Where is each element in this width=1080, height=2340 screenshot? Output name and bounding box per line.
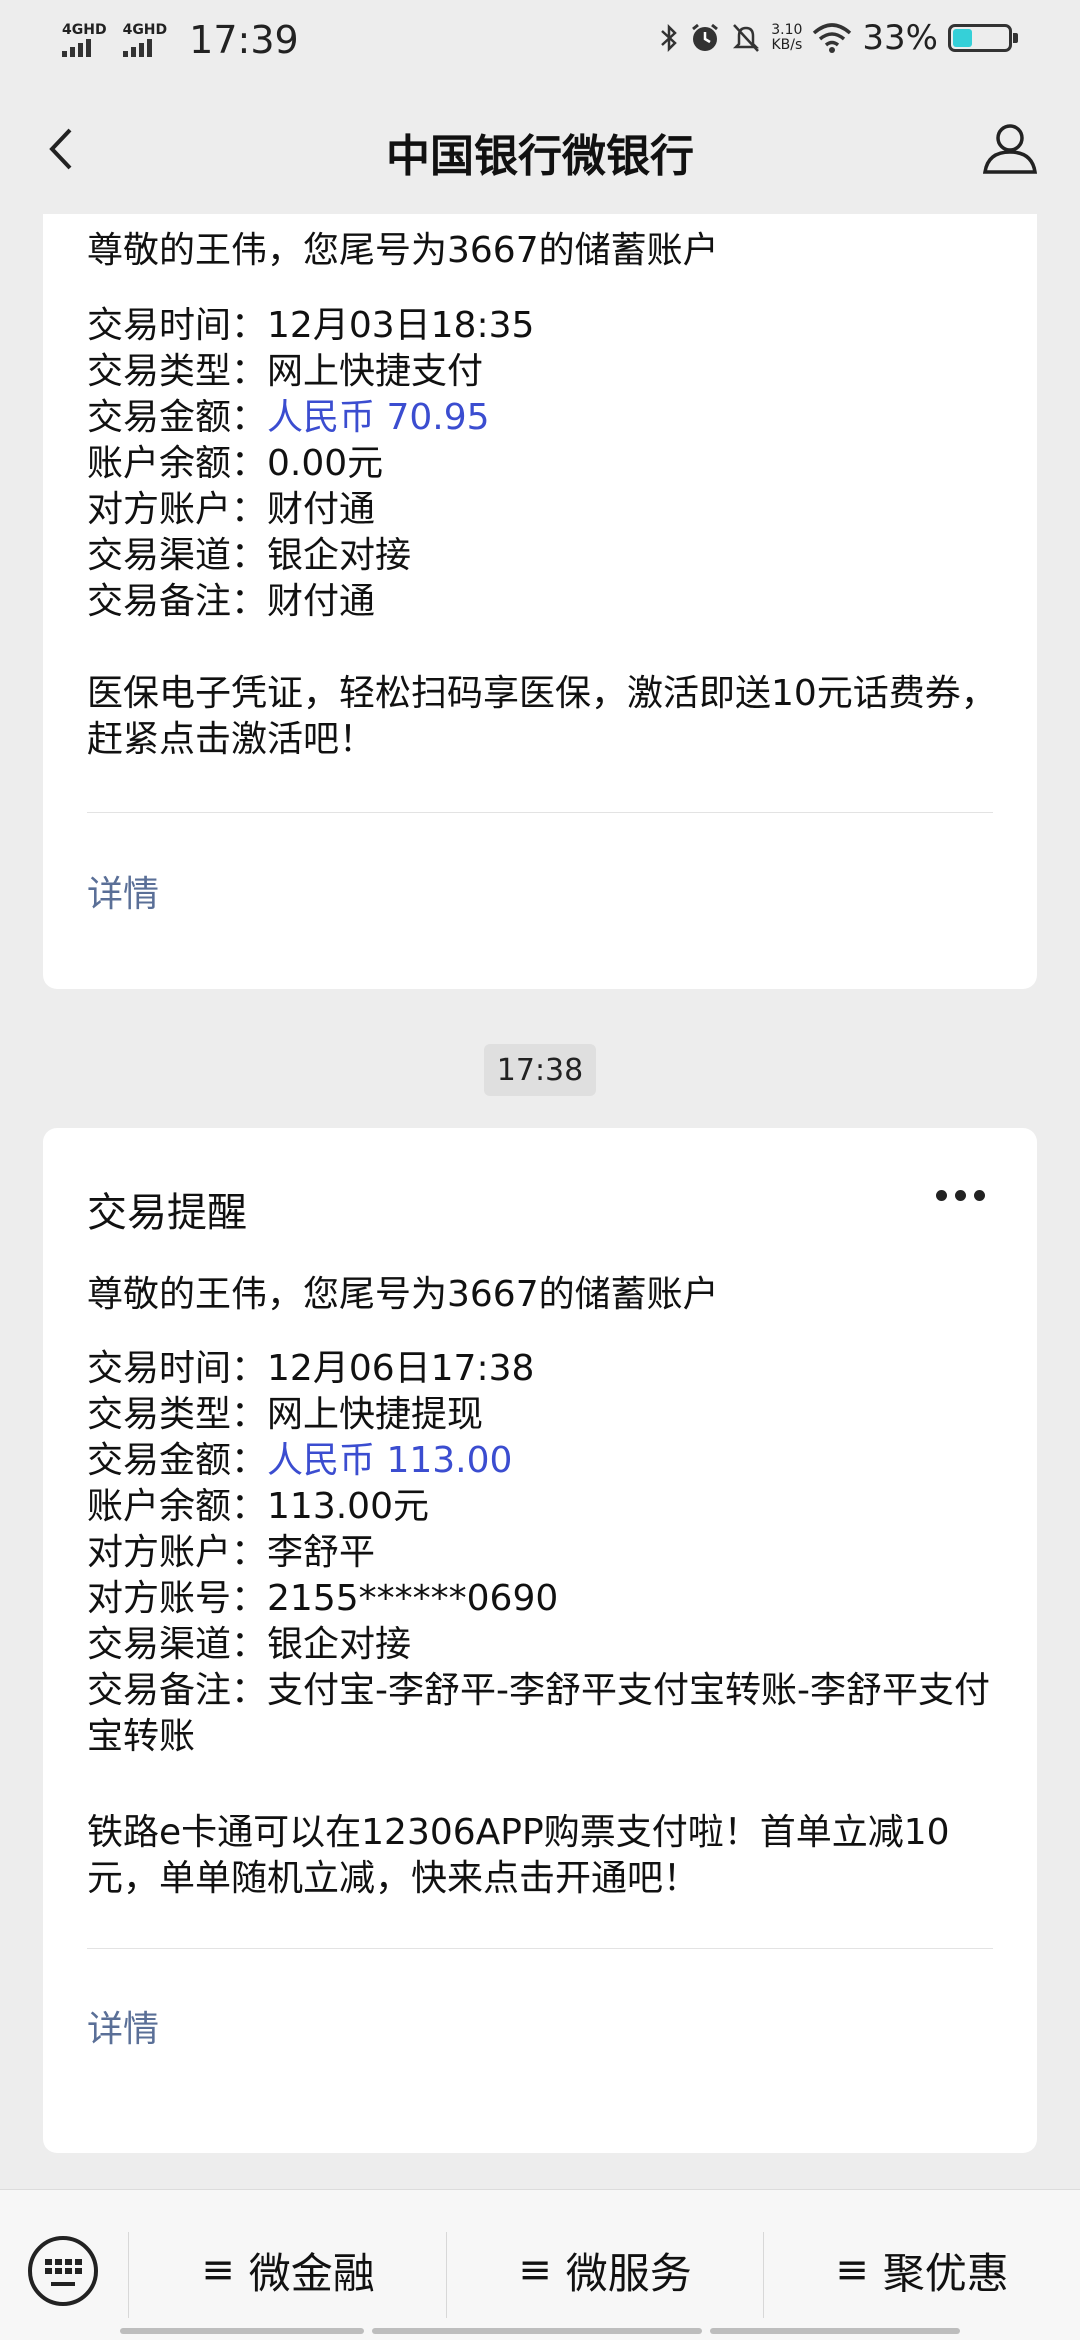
message-list[interactable]: 尊敬的王伟，您尾号为3667的储蓄账户 交易时间：12月03日18:35 交易类… [0, 214, 1080, 2189]
speed-unit: KB/s [771, 37, 803, 53]
menu-item-label: 聚优惠 [882, 2248, 1009, 2298]
field-row: 对方账户：李舒平 [87, 1530, 1007, 1576]
field-value: 113.00元 [267, 1486, 429, 1527]
field-row: 交易渠道：银企对接 [87, 1622, 1007, 1668]
field-value: 网上快捷支付 [267, 351, 484, 392]
detail-link[interactable]: 详情 [87, 2000, 159, 2052]
wifi-icon [813, 23, 852, 53]
status-bar: 4GHD 4GHD 17:39 3.10 KB/s 33% [0, 0, 1080, 84]
status-left: 4GHD 4GHD 17:39 [62, 18, 299, 62]
menu-icon: ≡ [201, 2247, 235, 2293]
alarm-icon [692, 23, 719, 51]
menu-item-offers[interactable]: ≡ 聚优惠 [764, 2230, 1080, 2310]
field-row: 交易金额：人民币 70.95 [87, 395, 1007, 441]
user-icon[interactable] [980, 118, 1040, 178]
status-right: 3.10 KB/s 33% [659, 18, 1018, 58]
promo-text[interactable]: 医保电子凭证，轻松扫码享医保，激活即送10元话费券，赶紧点击激活吧！ [87, 671, 1007, 763]
message-card: 尊敬的王伟，您尾号为3667的储蓄账户 交易时间：12月03日18:35 交易类… [43, 214, 1037, 989]
field-label: 账户余额： [87, 1486, 268, 1527]
promo-text[interactable]: 铁路e卡通可以在12306APP购票支付啦！首单立减10元，单单随机立减，快来点… [87, 1810, 1007, 1902]
field-label: 交易类型： [87, 1394, 268, 1435]
menu-item-label: 微金融 [248, 2248, 375, 2298]
mute-icon [733, 24, 760, 52]
menu-item-label: 微服务 [565, 2248, 692, 2298]
field-row: 交易备注：支付宝-李舒平-李舒平支付宝转账-李舒平支付宝转账 [87, 1668, 1007, 1760]
battery-percent: 33% [862, 18, 938, 58]
battery-icon [948, 24, 1018, 52]
home-indicator [120, 2328, 364, 2334]
field-row: 交易渠道：银企对接 [87, 533, 1007, 579]
field-row: 账户余额：0.00元 [87, 441, 1007, 487]
field-label: 对方账户： [87, 1532, 268, 1573]
greeting-text: 尊敬的王伟，您尾号为3667的储蓄账户 [87, 1274, 719, 1315]
field-value: 银企对接 [267, 535, 412, 576]
field-value: 2155******0690 [267, 1578, 559, 1619]
signal-icon: 4GHD [62, 23, 107, 57]
nav-bar: 中国银行微银行 [0, 84, 1080, 214]
field-value: 网上快捷提现 [267, 1394, 484, 1435]
field-value: 12月03日18:35 [267, 305, 535, 346]
bluetooth-icon [661, 23, 678, 53]
menu-icon: ≡ [835, 2247, 869, 2293]
field-value: 银企对接 [267, 1624, 412, 1665]
menu-icon: ≡ [518, 2247, 552, 2293]
message-card: 交易提醒 尊敬的王伟，您尾号为3667的储蓄账户 交易时间：12月06日17:3… [43, 1128, 1037, 2153]
menu-item-service[interactable]: ≡ 微服务 [447, 2230, 763, 2310]
home-indicator [372, 2328, 702, 2334]
bottom-menu: ≡ 微金融 ≡ 微服务 ≡ 聚优惠 [0, 2189, 1080, 2340]
field-value: 财付通 [267, 489, 376, 530]
speed-value: 3.10 [771, 22, 803, 38]
page-title: 中国银行微银行 [386, 131, 694, 182]
field-row: 交易类型：网上快捷支付 [87, 349, 1007, 395]
detail-link[interactable]: 详情 [87, 865, 159, 917]
divider [128, 2232, 129, 2318]
field-label: 交易类型： [87, 351, 268, 392]
field-label: 交易备注： [87, 1670, 268, 1711]
menu-item-finance[interactable]: ≡ 微金融 [130, 2230, 446, 2310]
field-label: 对方账户： [87, 489, 268, 530]
field-label: 对方账号： [87, 1578, 268, 1619]
field-row: 交易类型：网上快捷提现 [87, 1392, 1007, 1438]
field-value: 李舒平 [267, 1532, 376, 1573]
network-type-2: 4GHD [122, 22, 168, 38]
field-value: 财付通 [267, 581, 376, 622]
field-row: 对方账号：2155******0690 [87, 1576, 1007, 1622]
field-row: 账户余额：113.00元 [87, 1484, 1007, 1530]
field-row: 交易时间：12月06日17:38 [87, 1346, 1007, 1392]
field-row: 交易时间：12月03日18:35 [87, 303, 1007, 349]
field-value: 12月06日17:38 [267, 1348, 535, 1389]
field-label: 交易金额： [87, 397, 268, 438]
more-dots-icon[interactable] [936, 1190, 985, 1201]
card-title: 交易提醒 [87, 1190, 247, 1236]
field-row: 交易金额：人民币 113.00 [87, 1438, 1007, 1484]
home-indicator [710, 2328, 960, 2334]
field-row: 交易备注：财付通 [87, 579, 1007, 625]
divider [87, 1948, 993, 1949]
network-speed: 3.10 KB/s [771, 23, 802, 53]
divider [87, 812, 993, 813]
field-label: 交易备注： [87, 581, 268, 622]
greeting-text: 尊敬的王伟，您尾号为3667的储蓄账户 [87, 230, 719, 271]
field-label: 交易渠道： [87, 535, 268, 576]
field-label: 账户余额： [87, 443, 268, 484]
field-label: 交易时间： [87, 1348, 268, 1389]
keyboard-icon[interactable] [28, 2236, 98, 2306]
signal-icon: 4GHD [122, 22, 168, 57]
network-type-1: 4GHD [62, 22, 107, 38]
time-chip: 17:38 [484, 1044, 596, 1096]
field-label: 交易金额： [87, 1440, 268, 1481]
field-label: 交易时间： [87, 305, 268, 346]
amount-value: 人民币 113.00 [267, 1440, 513, 1481]
field-label: 交易渠道： [87, 1624, 268, 1665]
amount-value: 人民币 70.95 [267, 397, 490, 438]
field-row: 对方账户：财付通 [87, 487, 1007, 533]
status-time: 17:39 [189, 18, 299, 62]
field-value: 0.00元 [267, 443, 384, 484]
